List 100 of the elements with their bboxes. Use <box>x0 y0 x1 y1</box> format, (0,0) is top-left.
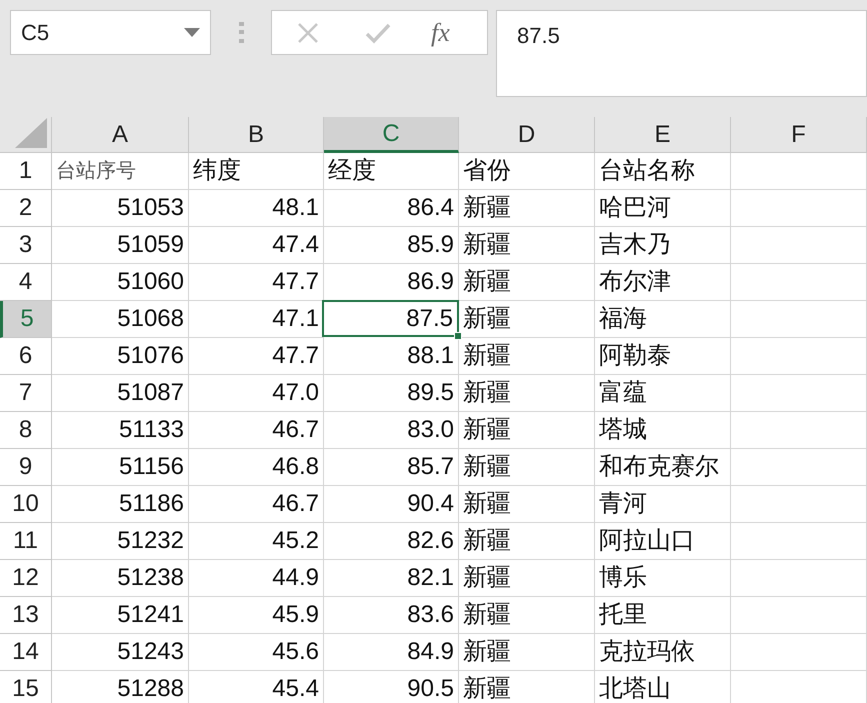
table-cell[interactable]: 83.6 <box>324 597 459 634</box>
table-cell[interactable]: 51156 <box>52 449 189 486</box>
table-cell[interactable]: 89.5 <box>324 375 459 412</box>
row-header[interactable]: 2 <box>0 190 52 227</box>
table-cell[interactable]: 福海 <box>595 301 731 338</box>
empty-cell[interactable] <box>731 597 867 634</box>
table-cell[interactable]: 经度 <box>324 153 459 190</box>
table-cell[interactable]: 45.6 <box>189 634 324 671</box>
table-cell[interactable]: 90.5 <box>324 671 459 703</box>
column-header[interactable]: C <box>324 117 459 153</box>
empty-cell[interactable] <box>731 412 867 449</box>
table-cell[interactable]: 51133 <box>52 412 189 449</box>
empty-cell[interactable] <box>731 227 867 264</box>
table-cell[interactable]: 47.4 <box>189 227 324 264</box>
table-cell[interactable]: 51288 <box>52 671 189 703</box>
table-cell[interactable]: 84.9 <box>324 634 459 671</box>
table-cell[interactable]: 省份 <box>459 153 595 190</box>
table-cell[interactable]: 阿拉山口 <box>595 523 731 560</box>
table-cell[interactable]: 51238 <box>52 560 189 597</box>
table-cell[interactable]: 51053 <box>52 190 189 227</box>
table-cell[interactable]: 46.7 <box>189 486 324 523</box>
table-cell[interactable]: 新疆 <box>459 597 595 634</box>
table-cell[interactable]: 新疆 <box>459 412 595 449</box>
row-header[interactable]: 7 <box>0 375 52 412</box>
row-header[interactable]: 4 <box>0 264 52 301</box>
name-box[interactable]: C5 <box>10 10 211 55</box>
table-cell[interactable]: 90.4 <box>324 486 459 523</box>
table-cell[interactable]: 51186 <box>52 486 189 523</box>
table-cell[interactable]: 新疆 <box>459 449 595 486</box>
column-header[interactable]: D <box>459 117 595 153</box>
empty-cell[interactable] <box>731 375 867 412</box>
row-header[interactable]: 3 <box>0 227 52 264</box>
table-cell[interactable]: 新疆 <box>459 227 595 264</box>
table-cell[interactable]: 86.4 <box>324 190 459 227</box>
table-cell[interactable]: 北塔山 <box>595 671 731 703</box>
table-cell[interactable]: 44.9 <box>189 560 324 597</box>
table-cell[interactable]: 47.1 <box>189 301 324 338</box>
row-header[interactable]: 5 <box>0 301 52 338</box>
table-cell[interactable]: 83.0 <box>324 412 459 449</box>
table-cell[interactable]: 台站名称 <box>595 153 731 190</box>
row-header[interactable]: 11 <box>0 523 52 560</box>
table-cell[interactable]: 51068 <box>52 301 189 338</box>
table-cell[interactable]: 46.8 <box>189 449 324 486</box>
fill-handle[interactable] <box>454 332 462 340</box>
empty-cell[interactable] <box>731 486 867 523</box>
table-cell[interactable]: 51087 <box>52 375 189 412</box>
table-cell[interactable]: 51232 <box>52 523 189 560</box>
column-header[interactable]: B <box>189 117 324 153</box>
table-cell[interactable]: 85.9 <box>324 227 459 264</box>
row-header[interactable]: 6 <box>0 338 52 375</box>
row-header[interactable]: 14 <box>0 634 52 671</box>
table-cell[interactable]: 新疆 <box>459 486 595 523</box>
row-header[interactable]: 9 <box>0 449 52 486</box>
table-cell[interactable]: 51076 <box>52 338 189 375</box>
empty-cell[interactable] <box>731 523 867 560</box>
table-cell[interactable]: 和布克赛尔 <box>595 449 731 486</box>
table-cell[interactable]: 51059 <box>52 227 189 264</box>
row-header[interactable]: 13 <box>0 597 52 634</box>
table-cell[interactable]: 47.7 <box>189 264 324 301</box>
table-cell[interactable]: 博乐 <box>595 560 731 597</box>
table-cell[interactable]: 台站序号 <box>52 153 189 190</box>
table-cell[interactable]: 新疆 <box>459 523 595 560</box>
row-header[interactable]: 1 <box>0 153 52 190</box>
table-cell[interactable]: 45.4 <box>189 671 324 703</box>
table-cell[interactable]: 47.0 <box>189 375 324 412</box>
table-cell[interactable]: 51243 <box>52 634 189 671</box>
table-cell[interactable]: 塔城 <box>595 412 731 449</box>
empty-cell[interactable] <box>731 449 867 486</box>
table-cell[interactable]: 88.1 <box>324 338 459 375</box>
row-header[interactable]: 8 <box>0 412 52 449</box>
table-cell[interactable]: 新疆 <box>459 560 595 597</box>
empty-cell[interactable] <box>731 190 867 227</box>
active-cell-border[interactable]: 87.5 <box>322 300 459 337</box>
table-cell[interactable]: 47.7 <box>189 338 324 375</box>
insert-function-button[interactable]: fx <box>431 20 450 46</box>
table-cell[interactable]: 51060 <box>52 264 189 301</box>
empty-cell[interactable] <box>731 338 867 375</box>
table-cell[interactable]: 82.6 <box>324 523 459 560</box>
empty-cell[interactable] <box>731 634 867 671</box>
empty-cell[interactable] <box>731 301 867 338</box>
dropdown-caret-icon[interactable] <box>184 28 200 37</box>
table-cell[interactable]: 86.9 <box>324 264 459 301</box>
table-cell[interactable]: 吉木乃 <box>595 227 731 264</box>
empty-cell[interactable] <box>731 264 867 301</box>
empty-cell[interactable] <box>731 560 867 597</box>
table-cell[interactable]: 布尔津 <box>595 264 731 301</box>
table-cell[interactable]: 新疆 <box>459 264 595 301</box>
table-cell[interactable]: 哈巴河 <box>595 190 731 227</box>
row-header[interactable]: 12 <box>0 560 52 597</box>
empty-cell[interactable] <box>731 153 867 190</box>
table-cell[interactable]: 新疆 <box>459 375 595 412</box>
cancel-icon[interactable] <box>296 20 320 44</box>
column-header[interactable]: E <box>595 117 731 153</box>
column-header[interactable]: A <box>52 117 189 153</box>
table-cell[interactable]: 青河 <box>595 486 731 523</box>
table-cell[interactable]: 新疆 <box>459 301 595 338</box>
table-cell[interactable]: 46.7 <box>189 412 324 449</box>
table-cell[interactable]: 45.2 <box>189 523 324 560</box>
formula-input[interactable]: 87.5 <box>496 10 867 97</box>
row-header[interactable]: 10 <box>0 486 52 523</box>
